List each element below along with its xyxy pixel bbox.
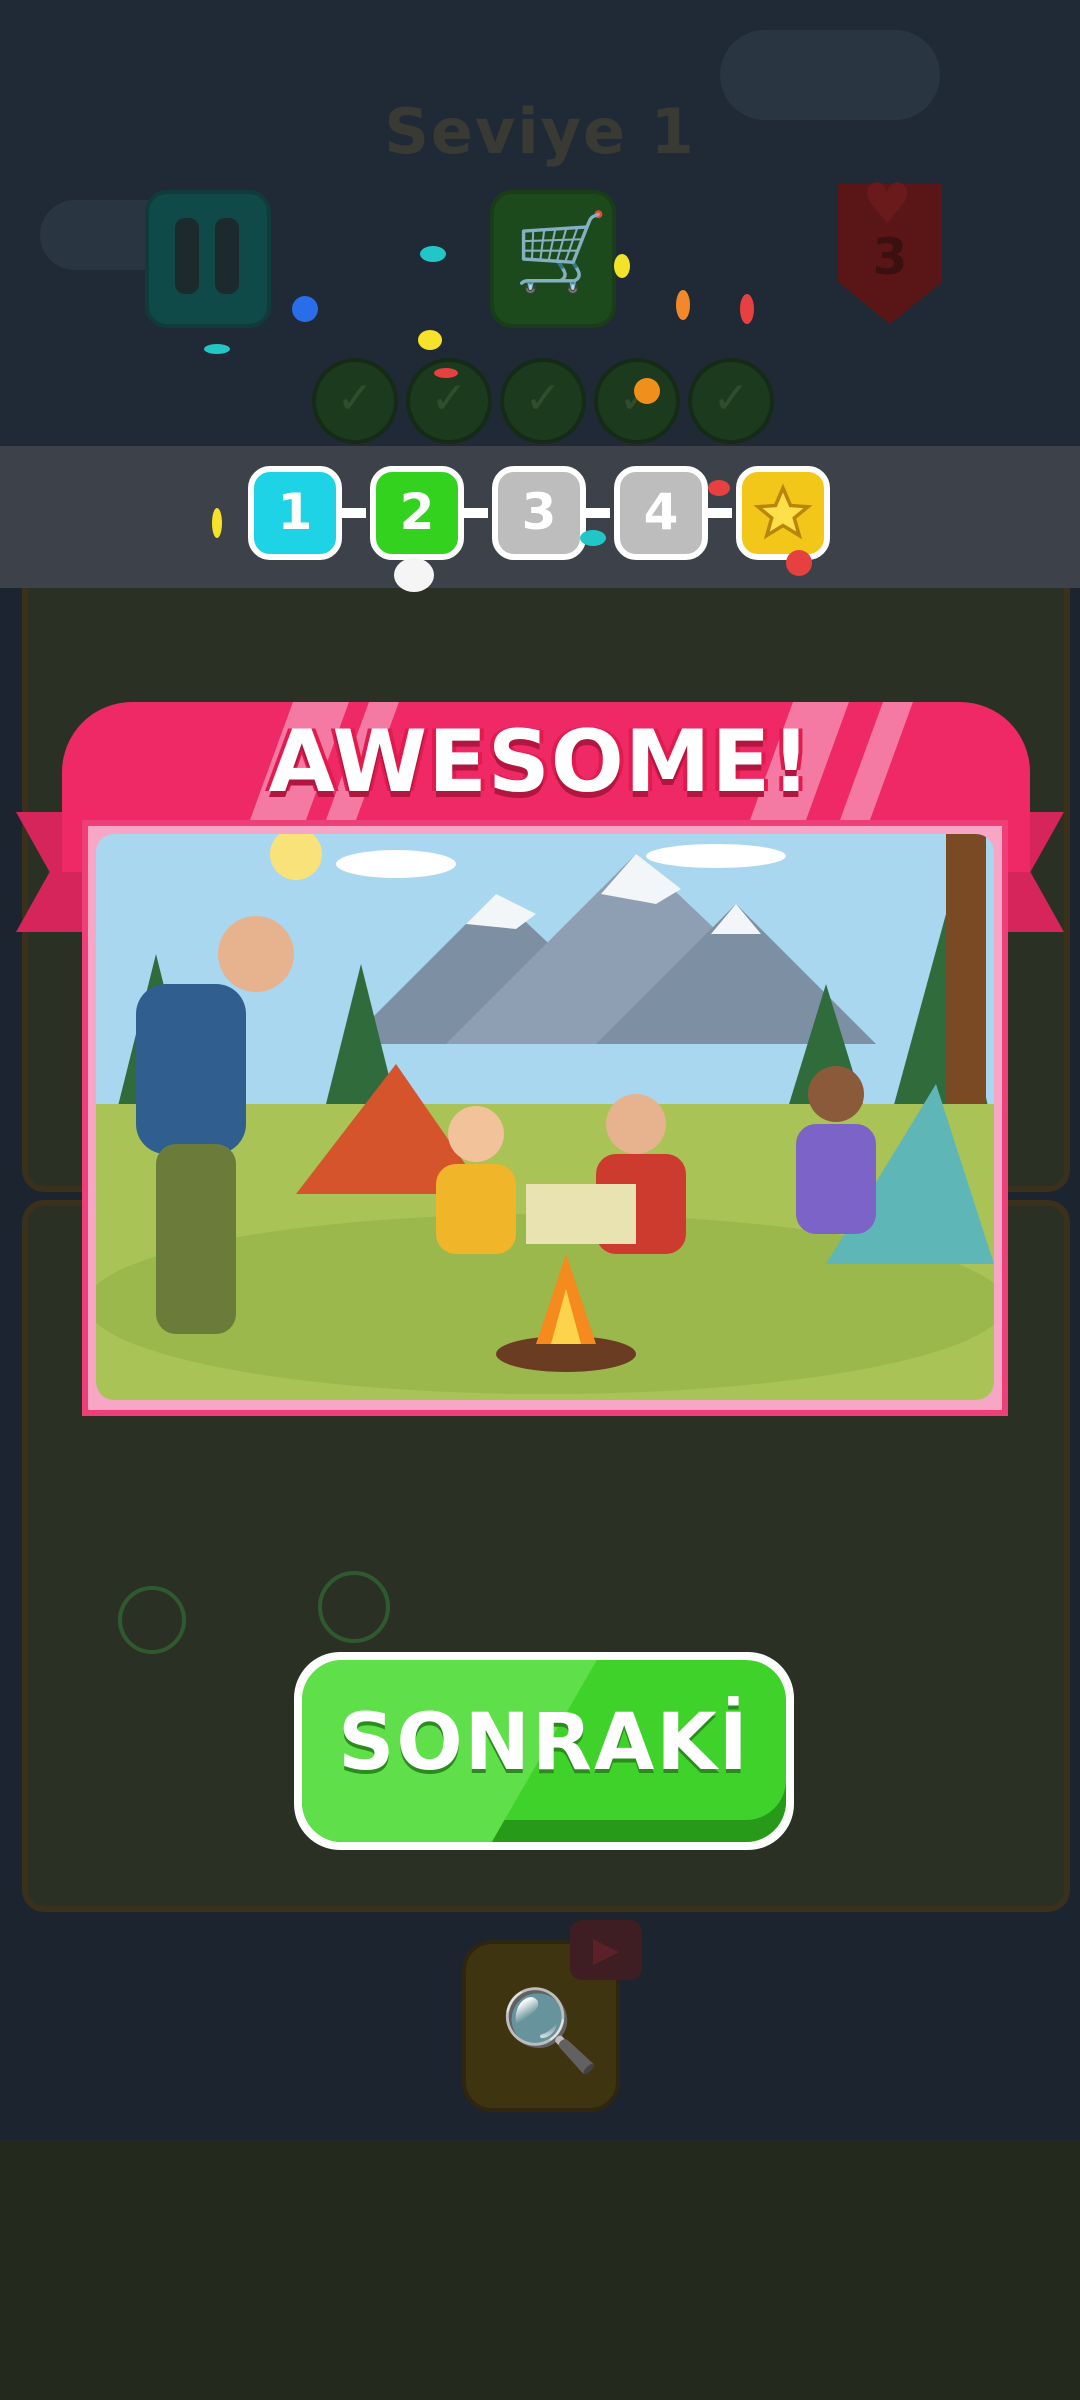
- completed-scene-image: [96, 834, 994, 1400]
- step-connector: [340, 508, 366, 518]
- stage-step-label: 1: [277, 483, 313, 541]
- cart-icon: 🛒: [514, 207, 609, 296]
- found-check-icon: ✓: [688, 358, 774, 444]
- stage-step-reward: [736, 466, 830, 560]
- step-connector: [462, 508, 488, 518]
- next-button[interactable]: SONRAKİ: [294, 1652, 794, 1850]
- stage-step-label: 4: [643, 483, 679, 541]
- video-icon: ▶: [570, 1920, 642, 1980]
- shop-button[interactable]: 🛒: [490, 190, 616, 328]
- level-title: Seviye 1: [384, 95, 696, 168]
- stage-step-label: 2: [399, 483, 435, 541]
- result-title: AWESOME!: [268, 712, 812, 812]
- found-check-icon: ✓: [312, 358, 398, 444]
- ground-background: [0, 2140, 1080, 2400]
- stage-step-3: 3: [492, 466, 586, 560]
- stage-step-2: 2: [370, 466, 464, 560]
- pause-button[interactable]: [145, 190, 271, 328]
- stage-step-label: 3: [521, 483, 557, 541]
- magnifier-icon: 🔍: [500, 1984, 600, 2077]
- stage-step-4: 4: [614, 466, 708, 560]
- found-circle-marker: [318, 1571, 390, 1643]
- star-icon: [753, 483, 813, 540]
- next-button-label: SONRAKİ: [338, 1698, 750, 1788]
- step-connector: [584, 508, 610, 518]
- found-check-icon: ✓: [594, 358, 680, 444]
- found-check-icon: ✓: [500, 358, 586, 444]
- step-connector: [706, 508, 732, 518]
- stage-step-1: 1: [248, 466, 342, 560]
- found-circle-marker: [118, 1586, 186, 1654]
- lives-count: 3: [872, 228, 908, 286]
